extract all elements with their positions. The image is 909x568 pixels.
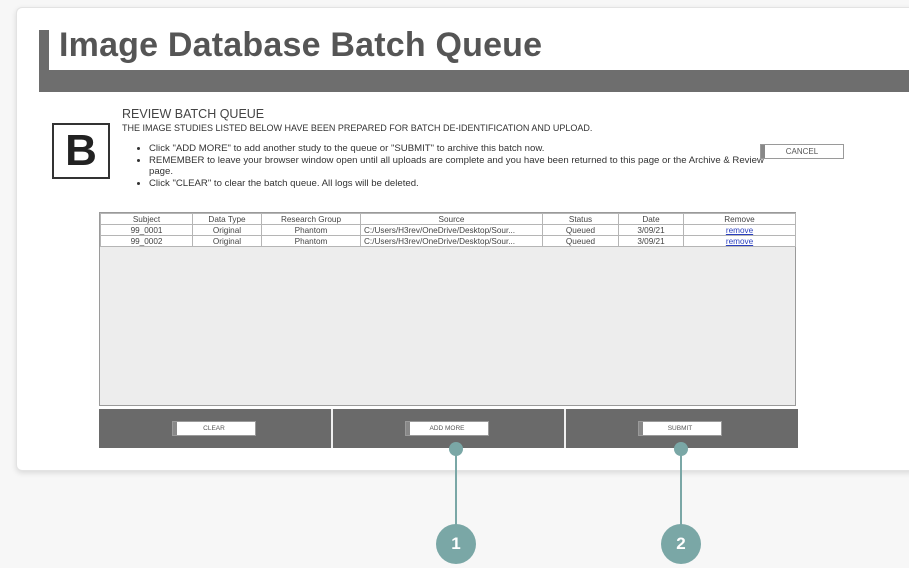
instruction-item: Click "CLEAR" to clear the batch queue. … (149, 178, 779, 190)
button-tab-marker (639, 422, 643, 435)
cell-date: 3/09/21 (618, 235, 684, 247)
cell-subject: 99_0002 (100, 235, 193, 247)
submit-button[interactable]: SUBMIT (638, 421, 722, 436)
column-header-data-type: Data Type (192, 213, 262, 225)
page-title: Image Database Batch Queue (59, 26, 543, 64)
column-header-date: Date (618, 213, 684, 225)
action-divider (331, 409, 333, 448)
clear-button[interactable]: CLEAR (172, 421, 256, 436)
callout-connector-line (680, 455, 682, 529)
button-tab-marker (173, 422, 177, 435)
cell-research-group: Phantom (261, 224, 361, 236)
cell-status: Queued (542, 224, 619, 236)
step-letter-badge: B (52, 123, 110, 179)
column-header-source: Source (360, 213, 543, 225)
submit-button-label: SUBMIT (667, 425, 693, 432)
cell-research-group: Phantom (261, 235, 361, 247)
column-header-remove: Remove (683, 213, 796, 225)
callout-pointer-dot (449, 442, 463, 456)
cell-data-type: Original (192, 224, 262, 236)
title-underline-bar (39, 70, 909, 92)
column-header-subject: Subject (100, 213, 193, 225)
column-header-research-group: Research Group (261, 213, 361, 225)
remove-link[interactable]: remove (726, 226, 753, 235)
button-tab-marker (761, 145, 765, 158)
instruction-item: Click "ADD MORE" to add another study to… (149, 143, 779, 155)
batch-queue-table: Subject Data Type Research Group Source … (100, 213, 796, 247)
cell-date: 3/09/21 (618, 224, 684, 236)
callout-badge-2: 2 (661, 524, 701, 564)
add-more-button-label: ADD MORE (429, 425, 465, 432)
table-row: 99_0001 Original Phantom C:/Users/H3rev/… (100, 224, 796, 236)
cell-remove: remove (683, 224, 796, 236)
action-divider (564, 409, 566, 448)
cell-subject: 99_0001 (100, 224, 193, 236)
callout-pointer-dot (674, 442, 688, 456)
callout-badge-1: 1 (436, 524, 476, 564)
cell-status: Queued (542, 235, 619, 247)
section-description: THE IMAGE STUDIES LISTED BELOW HAVE BEEN… (122, 123, 593, 133)
instruction-item: REMEMBER to leave your browser window op… (149, 155, 779, 178)
table-row: 99_0002 Original Phantom C:/Users/H3rev/… (100, 235, 796, 247)
remove-link[interactable]: remove (726, 237, 753, 246)
column-header-status: Status (542, 213, 619, 225)
cell-source: C:/Users/H3rev/OneDrive/Desktop/Sour... (360, 224, 543, 236)
cell-remove: remove (683, 235, 796, 247)
callout-connector-line (455, 455, 457, 529)
button-tab-marker (406, 422, 410, 435)
cancel-button[interactable]: CANCEL (760, 144, 844, 159)
batch-queue-table-container[interactable]: Subject Data Type Research Group Source … (99, 212, 796, 406)
cell-data-type: Original (192, 235, 262, 247)
instructions-list: Click "ADD MORE" to add another study to… (135, 143, 779, 189)
action-bar: CLEAR ADD MORE SUBMIT (99, 409, 798, 448)
clear-button-label: CLEAR (203, 425, 225, 432)
title-accent-bar (39, 30, 49, 70)
cancel-button-label: CANCEL (785, 147, 819, 156)
section-heading: REVIEW BATCH QUEUE (122, 107, 265, 121)
add-more-button[interactable]: ADD MORE (405, 421, 489, 436)
table-header-row: Subject Data Type Research Group Source … (100, 213, 796, 225)
cell-source: C:/Users/H3rev/OneDrive/Desktop/Sour... (360, 235, 543, 247)
